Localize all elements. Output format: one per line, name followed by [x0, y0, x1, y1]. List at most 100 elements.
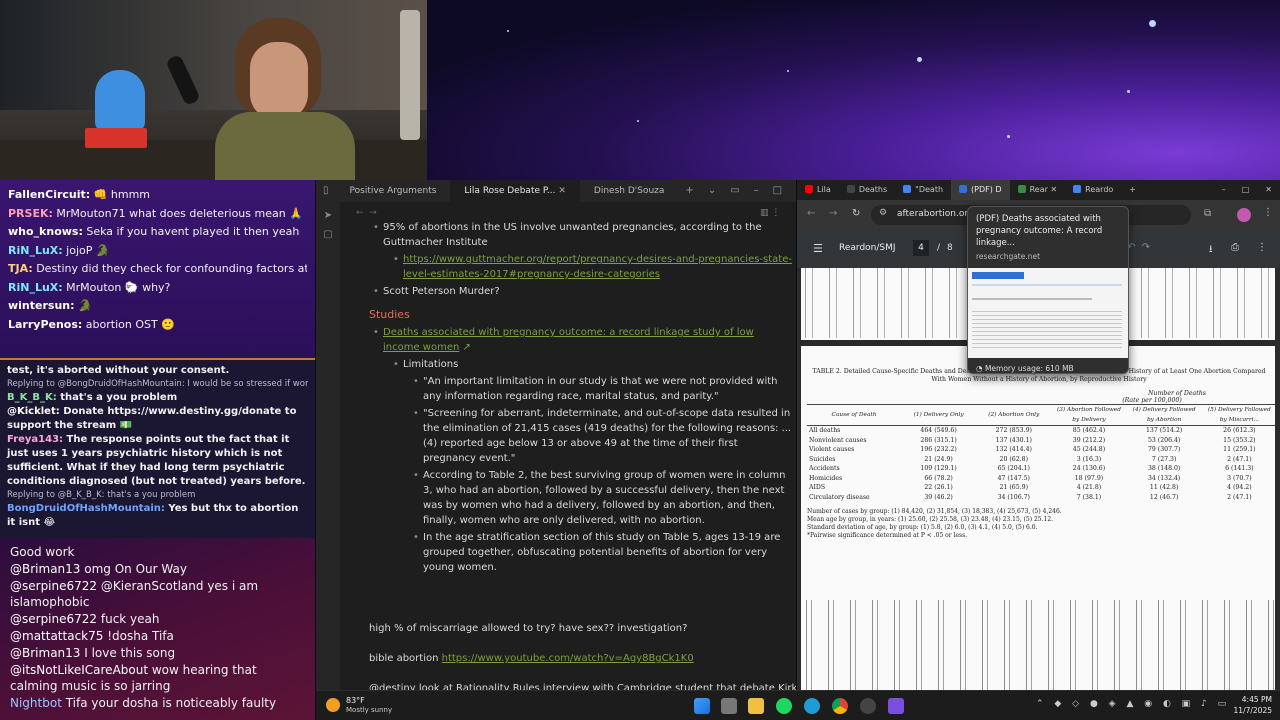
chat-text: 🐊: [74, 299, 92, 312]
new-tab-icon[interactable]: +: [1121, 180, 1144, 200]
study-link[interactable]: Deaths associated with pregnancy outcome…: [383, 327, 754, 353]
chat-message: Nightbot Tifa your dosha is noticeably f…: [10, 695, 305, 712]
task-view-icon[interactable]: [721, 698, 737, 714]
table-cell: 39 (46.2): [924, 493, 953, 501]
window-close-icon[interactable]: ✕: [789, 180, 796, 202]
spotify-icon[interactable]: [776, 698, 792, 714]
table-head-group: Number of Deaths: [1148, 390, 1206, 397]
extensions-icon[interactable]: ⧉: [1204, 208, 1211, 219]
chrome-tab[interactable]: Lila: [797, 180, 839, 200]
webcam-person-face: [250, 42, 308, 120]
obsidian-tab-bar: ▯ Positive Arguments Lila Rose Debate P.…: [316, 180, 796, 202]
download-icon[interactable]: ⭳: [1209, 242, 1213, 259]
chrome-tab-label: Deaths: [858, 185, 888, 194]
chat-username: RiN_LuX:: [8, 243, 63, 257]
tab-lila-rose-debate[interactable]: Lila Rose Debate P... ✕: [450, 180, 580, 202]
table-cell: 196 (232.2): [920, 446, 957, 453]
chrome-tab[interactable]: Deaths: [839, 180, 895, 200]
chat-username: @Briman13: [10, 561, 81, 576]
table-cell: 20 (62.8): [999, 455, 1028, 463]
table-cell: 286 (315.1): [920, 436, 957, 444]
table-cell: 3 (70.7): [1227, 474, 1252, 482]
rotated-text-bottom: [801, 600, 1275, 690]
chat-message: PRSEK: MrMouton71 what does deleterious …: [8, 205, 307, 224]
panel-icon[interactable]: ▢: [316, 229, 340, 240]
file-explorer-icon[interactable]: [748, 698, 764, 714]
table-cell: 2 (47.1): [1227, 493, 1252, 501]
table-cell: 137 (430.1): [995, 436, 1032, 444]
table-cell: 272 (853.9): [995, 427, 1032, 434]
layout-icon[interactable]: ▭: [723, 180, 746, 202]
footnote: Mean age by group, in years: (1) 25.60, …: [807, 516, 1054, 523]
chrome-icon[interactable]: [832, 698, 848, 714]
address-text: afterabortion.org/: [897, 209, 977, 219]
list-item: • "An important limitation in our study i…: [413, 376, 778, 402]
menu-icon[interactable]: ⋮: [1263, 207, 1273, 218]
chat-text: MrMouton71 what does deleterious mean 🙏: [52, 206, 303, 220]
table-cell: 3 (16.3): [1076, 455, 1102, 463]
print-icon[interactable]: ⎙: [1231, 242, 1239, 253]
chat-username: @Kicklet:: [7, 406, 60, 417]
chat-text: Good work: [10, 545, 75, 559]
table-cell: 34 (106.7): [997, 493, 1030, 501]
minimize-icon[interactable]: –: [1214, 180, 1234, 200]
note-text: "An important limitation in our study is…: [423, 376, 778, 402]
table-cell: 34 (132.4): [1147, 474, 1181, 482]
table-header-cell: (2) Abortion Only: [976, 406, 1052, 426]
page-total: 8: [947, 243, 953, 253]
tab-dinesh-dsouza[interactable]: Dinesh D'Souza: [580, 180, 679, 202]
chat-text: test, it's aborted without your consent.: [7, 365, 230, 376]
start-icon[interactable]: [694, 698, 710, 714]
pdf-title: Reardon/SMJ: [839, 243, 896, 253]
maximize-icon[interactable]: □: [1234, 180, 1258, 200]
chrome-tab[interactable]: Rear ✕: [1010, 180, 1066, 200]
edge-icon[interactable]: [804, 698, 820, 714]
sidebar-toggle-icon[interactable]: ▯: [316, 180, 336, 202]
profile-avatar[interactable]: [1237, 208, 1251, 222]
tab-positive-arguments[interactable]: Positive Arguments: [336, 180, 451, 202]
settings-icon[interactable]: [860, 698, 876, 714]
chat-text: Destiny did they check for confounding f…: [32, 262, 307, 275]
reload-icon[interactable]: ↻: [852, 208, 860, 219]
rotate-icon[interactable]: ↶ ↷: [1127, 242, 1150, 253]
window-close-icon[interactable]: ✕: [1257, 180, 1280, 200]
pdf-menu-icon[interactable]: ☰: [813, 242, 823, 255]
table-cell: 15 (353.2): [1223, 436, 1256, 444]
system-tray[interactable]: ⌃ ◆ ◇ ● ◈ ▲ ◉ ◐ ▣ ♪ ▭: [1036, 699, 1230, 709]
minimize-icon[interactable]: –: [747, 180, 766, 202]
table-row: AIDS 22 (26.1) 21 (65.9) 4 (21.8) 11 (42.8) 4…: [807, 483, 1275, 493]
back-icon[interactable]: ←: [807, 208, 815, 219]
webcam-lamp: [400, 10, 420, 140]
table-row: All deaths 464 (549.6) 272 (853.9) 85 (462.…: [807, 426, 1275, 436]
maximize-icon[interactable]: □: [766, 180, 789, 202]
guttmacher-link[interactable]: https://www.guttmacher.org/report/pregna…: [403, 254, 792, 280]
chrome-tab[interactable]: (PDF) D: [951, 180, 1010, 200]
more-icon[interactable]: ⋮: [1257, 242, 1267, 253]
forward-icon[interactable]: →: [829, 208, 837, 219]
note-text: "Screening for aberrant, indeterminate, …: [423, 408, 792, 464]
chat-overlay-mid: test, it's aborted without your consent.…: [0, 358, 315, 538]
chat-message: B_K_B_K: that's a you problem: [7, 391, 308, 405]
hover-card-domain: researchgate.net: [976, 252, 1041, 261]
memory-icon: ◔: [976, 364, 983, 373]
site-info-icon[interactable]: ⚙: [879, 208, 887, 218]
chrome-tab[interactable]: "Death: [895, 180, 951, 200]
close-icon[interactable]: ✕: [558, 186, 566, 196]
chrome-tab[interactable]: Reardo: [1065, 180, 1121, 200]
chevron-down-icon[interactable]: ⌄: [701, 180, 723, 202]
chat-username: @Briman13: [10, 645, 81, 660]
clock[interactable]: 4:45 PM 11/7/2025: [1220, 695, 1272, 715]
send-icon[interactable]: ➤: [316, 210, 340, 221]
chat-message: test, it's aborted without your consent.: [7, 364, 308, 378]
obsidian-icon[interactable]: [888, 698, 904, 714]
youtube-link[interactable]: https://www.youtube.com/watch?v=Agy8BgCk…: [442, 653, 694, 664]
chat-text: jojoP 🐊: [62, 243, 110, 257]
chat-username: TJA:: [8, 262, 33, 275]
chat-message: @itsNotLikeICareAbout wow hearing that c…: [10, 662, 305, 696]
webcam-books: [85, 128, 147, 148]
new-tab-icon[interactable]: +: [678, 180, 700, 202]
chat-text: !dosha Tifa: [103, 628, 174, 643]
table-row: Suicides 21 (24.9) 20 (62.8) 3 (16.3) 7 (27.…: [807, 455, 1275, 465]
page-number-input[interactable]: 4: [913, 240, 929, 256]
tab-close-icon[interactable]: ✕: [1048, 185, 1057, 194]
